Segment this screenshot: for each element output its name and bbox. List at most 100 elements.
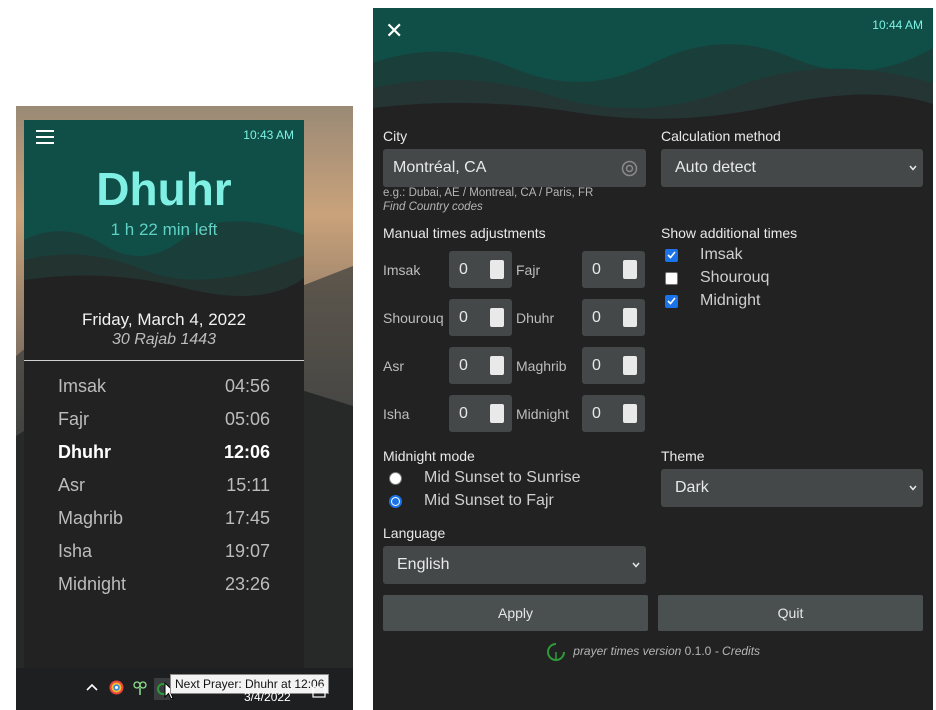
language-select[interactable]: English — [383, 546, 646, 584]
adjust-asr-stepper[interactable]: 0 — [449, 347, 512, 384]
adjust-label-isha: Isha — [383, 406, 410, 422]
prayer-time: 19:07 — [224, 541, 270, 561]
adjust-maghrib-stepper[interactable]: 0 — [582, 347, 645, 384]
credits-link[interactable]: Credits — [722, 644, 760, 658]
midnight-mode-label: Midnight mode — [383, 448, 475, 464]
stepper-arrows-icon[interactable] — [490, 308, 504, 327]
apply-button[interactable]: Apply — [383, 595, 648, 631]
calc-method-select[interactable]: Auto detect — [661, 149, 923, 187]
radio-label: Mid Sunset to Fajr — [424, 492, 554, 509]
quit-button[interactable]: Quit — [658, 595, 923, 631]
additional-times-label: Show additional times — [661, 225, 798, 241]
next-prayer-name: Dhuhr — [96, 163, 232, 215]
radio-unselected-icon[interactable] — [389, 471, 402, 485]
theme-label: Theme — [661, 448, 705, 464]
radio-selected-icon[interactable] — [389, 494, 402, 508]
theme-select[interactable]: Dark — [661, 469, 923, 507]
chevron-down-icon — [632, 562, 640, 568]
prayer-list: Imsak 04:56 Fajr 05:06 Dhuhr 12:06 Asr 15:11… — [58, 376, 270, 607]
prayer-time: 23:26 — [224, 574, 270, 594]
adjust-isha-stepper[interactable]: 0 — [449, 395, 512, 432]
language-value: English — [397, 556, 450, 573]
adjust-midnight-stepper[interactable]: 0 — [582, 395, 645, 432]
adjust-dhuhr-stepper[interactable]: 0 — [582, 299, 645, 336]
stepper-arrows-icon[interactable] — [623, 308, 637, 327]
stepper-value: 0 — [459, 260, 468, 278]
stepper-arrows-icon[interactable] — [623, 356, 637, 375]
stepper-value: 0 — [459, 356, 468, 374]
stepper-arrows-icon[interactable] — [490, 356, 504, 375]
stepper-value: 0 — [592, 404, 601, 422]
widget-clock: 10:43 AM — [243, 128, 294, 142]
close-icon[interactable]: ✕ — [385, 18, 403, 44]
prayer-time: 05:06 — [224, 409, 270, 429]
adjust-shourouq-stepper[interactable]: 0 — [449, 299, 512, 336]
prayer-name: Fajr — [58, 409, 89, 429]
calc-method-label: Calculation method — [661, 128, 781, 144]
stepper-value: 0 — [592, 356, 601, 374]
taskbar-date: 3/4/2022 — [244, 690, 291, 704]
stepper-value: 0 — [592, 260, 601, 278]
additional-midnight[interactable]: Midnight — [665, 292, 760, 310]
prayer-name: Asr — [58, 475, 85, 495]
adjust-imsak-stepper[interactable]: 0 — [449, 251, 512, 288]
prayer-name: Midnight — [58, 574, 127, 594]
divider — [24, 360, 304, 361]
gregorian-date: Friday, March 4, 2022 — [81, 310, 247, 329]
prayer-row-dhuhr: Dhuhr 12:06 — [58, 442, 270, 475]
checkbox-checked-icon[interactable] — [665, 294, 678, 308]
footer-app-name: prayer times version — [573, 644, 682, 659]
city-input[interactable]: Montréal, CA — [383, 149, 646, 187]
prayer-time: 04:56 — [224, 376, 270, 396]
prayer-row-maghrib: Maghrib 17:45 — [58, 508, 270, 541]
chevron-down-icon — [909, 165, 917, 171]
additional-label: Midnight — [700, 292, 761, 309]
location-icon[interactable] — [621, 160, 638, 177]
prayer-row-isha: Isha 19:07 — [58, 541, 270, 574]
desktop-background: 10:43 AM Dhuhr 1 h 22 min left Friday, M… — [16, 106, 353, 710]
plant-icon[interactable] — [132, 680, 148, 696]
menu-icon[interactable] — [36, 130, 54, 144]
city-label: City — [383, 128, 408, 144]
city-input-value: Montréal, CA — [393, 159, 487, 176]
prayer-row-midnight: Midnight 23:26 — [58, 574, 270, 607]
notification-icon[interactable] — [312, 686, 326, 700]
prayer-name: Isha — [58, 541, 93, 561]
radio-label: Mid Sunset to Sunrise — [424, 469, 581, 486]
stepper-arrows-icon[interactable] — [623, 260, 637, 279]
chevron-up-icon[interactable] — [86, 682, 98, 692]
stepper-arrows-icon[interactable] — [490, 260, 504, 279]
additional-shourouq[interactable]: Shourouq — [665, 269, 769, 287]
adjust-label-maghrib: Maghrib — [516, 358, 567, 374]
additional-label: Shourouq — [700, 269, 770, 286]
prayer-row-asr: Asr 15:11 — [58, 475, 270, 508]
prayer-widget: 10:43 AM Dhuhr 1 h 22 min left Friday, M… — [24, 120, 304, 668]
settings-panel: ✕ 10:44 AM City Montréal, CA e.g.: Dubai… — [373, 8, 933, 710]
chevron-down-icon — [909, 485, 917, 491]
adjust-label-midnight: Midnight — [516, 406, 569, 422]
midnight-option-fajr[interactable]: Mid Sunset to Fajr — [389, 492, 554, 510]
theme-value: Dark — [675, 479, 709, 496]
stepper-value: 0 — [459, 308, 468, 326]
stepper-arrows-icon[interactable] — [623, 404, 637, 423]
settings-header-background — [373, 8, 933, 128]
additional-label: Imsak — [700, 246, 743, 263]
colorful-app-icon[interactable] — [109, 680, 124, 695]
prayer-name: Dhuhr — [58, 442, 111, 462]
city-hint: e.g.: Dubai, AE / Montreal, CA / Paris, … — [383, 187, 594, 199]
time-left: 1 h 22 min left — [110, 220, 218, 239]
stepper-value: 0 — [459, 404, 468, 422]
footer-version: 0.1.0 — [684, 644, 712, 659]
prayer-time: 15:11 — [226, 475, 270, 495]
app-logo-icon — [546, 643, 565, 661]
footer: prayer times version 0.1.0 - Credits — [373, 642, 933, 662]
adjust-fajr-stepper[interactable]: 0 — [582, 251, 645, 288]
hijri-date: 30 Rajab 1443 — [111, 331, 217, 348]
country-codes-link[interactable]: Find Country codes — [383, 201, 483, 213]
additional-imsak[interactable]: Imsak — [665, 246, 743, 264]
stepper-arrows-icon[interactable] — [490, 404, 504, 423]
checkbox-unchecked-icon[interactable] — [665, 271, 678, 285]
manual-adjust-label: Manual times adjustments — [383, 225, 546, 241]
checkbox-checked-icon[interactable] — [665, 248, 678, 262]
midnight-option-sunrise[interactable]: Mid Sunset to Sunrise — [389, 469, 581, 487]
